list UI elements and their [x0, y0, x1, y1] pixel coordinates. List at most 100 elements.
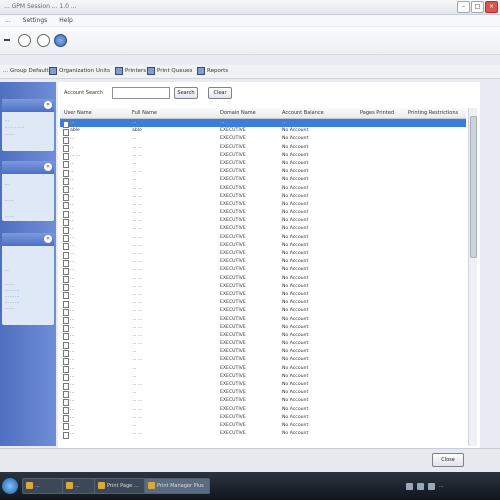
table-row[interactable]: ...... EXECUTIVE No Account	[60, 160, 466, 169]
app-icon	[98, 482, 105, 489]
account-search-input[interactable]	[112, 87, 170, 99]
table-row[interactable]: ... ... ... EXECUTIVE No Account	[60, 225, 466, 234]
sidebar-link[interactable]: ...	[5, 181, 9, 186]
table-cell: EXECUTIVE	[220, 357, 246, 363]
table-row[interactable]: ... ... ... EXECUTIVE No Account	[60, 217, 466, 226]
table-row[interactable]: ... ... ... EXECUTIVE No Account	[60, 414, 466, 423]
search-row: Account Search Search Clear	[58, 82, 480, 106]
volume-icon[interactable]	[417, 482, 424, 490]
maximize-button[interactable]: □	[471, 1, 484, 13]
table-row[interactable]: ... ... ... EXECUTIVE No Account	[60, 201, 466, 210]
table-cell: ...	[70, 414, 75, 420]
table-row[interactable]: ...... EXECUTIVE No Account	[60, 373, 466, 382]
table-row[interactable]: ... ... ... ... EXECUTIVE No Account	[60, 152, 466, 161]
search-button[interactable]: Search	[174, 87, 198, 99]
table-row[interactable]: ...... EXECUTIVE No Account	[60, 176, 466, 185]
start-button[interactable]	[2, 478, 18, 494]
clock[interactable]: ...	[439, 483, 444, 489]
chevron-up-icon[interactable]: «	[44, 235, 52, 243]
table-row[interactable]: ... ... ... EXECUTIVE No Account	[60, 356, 466, 365]
table-cell: ... ...	[132, 234, 143, 240]
table-row[interactable]: ...... EXECUTIVE No Account	[60, 135, 466, 144]
table-row[interactable]: ... ... ... EXECUTIVE No Account	[60, 397, 466, 406]
sidebar-panel-3: « ... ... ... ... ... ... ... ... ... ..…	[2, 233, 54, 325]
table-cell: ... ...	[132, 414, 143, 420]
column-header[interactable]: User Name	[64, 110, 92, 116]
menu-item-file[interactable]: ...	[0, 15, 16, 26]
sidebar-link[interactable]: ... ...	[5, 213, 14, 218]
system-tray: ...	[406, 476, 498, 496]
table-cell: No Account	[282, 128, 309, 134]
tab-print-queues[interactable]: Print Queues	[144, 66, 195, 77]
sidebar-link[interactable]: ... ...	[5, 197, 14, 202]
settings-icon[interactable]	[37, 34, 50, 47]
table-row[interactable]: ... ... ... EXECUTIVE No Account	[60, 193, 466, 202]
table-row[interactable]: ... ... ... EXECUTIVE No Account	[60, 266, 466, 275]
table-cell: EXECUTIVE	[220, 128, 246, 134]
panel-header[interactable]: «	[2, 233, 54, 246]
table-row[interactable]: ... ... ... EXECUTIVE No Account	[60, 185, 466, 193]
tab-reports[interactable]: Reports	[194, 66, 231, 77]
close-window-button[interactable]: ×	[485, 1, 498, 13]
table-row[interactable]: ... ... ... EXECUTIVE No Account	[60, 332, 466, 341]
menu-item-settings[interactable]: Settings	[18, 15, 53, 26]
table-row[interactable]: ... ... ... EXECUTIVE No Account	[60, 283, 466, 292]
tray-icon[interactable]	[428, 482, 435, 490]
chevron-up-icon[interactable]: «	[44, 101, 52, 109]
menu-item-help[interactable]: Help	[54, 15, 78, 26]
table-cell: ...	[132, 422, 137, 428]
chevron-up-icon[interactable]: «	[44, 163, 52, 171]
sidebar-text: ... ... ...	[5, 293, 19, 298]
table-row[interactable]: ... ... ... EXECUTIVE No Account	[60, 275, 466, 284]
table-row[interactable]: ... ... ... EXECUTIVE No Account	[60, 242, 466, 251]
table-row[interactable]: ... ... ... EXECUTIVE No Account	[60, 234, 466, 243]
table-row[interactable]: ...... EXECUTIVE No Account	[60, 389, 466, 398]
sidebar-link[interactable]: ...	[5, 117, 9, 122]
scrollbar-thumb[interactable]	[470, 116, 477, 258]
table-row[interactable]: able able EXECUTIVE No Account	[60, 127, 466, 136]
table-row[interactable]: ...... EXECUTIVE No Account	[60, 422, 466, 431]
network-icon[interactable]	[406, 482, 413, 490]
table-cell: EXECUTIVE	[220, 210, 246, 216]
taskbar-item[interactable]: Print Manager Plus	[144, 478, 210, 494]
sidebar-link[interactable]: ... ...	[5, 305, 14, 310]
column-header[interactable]: Account Balance	[282, 110, 324, 116]
table-row[interactable]: ... ... ... EXECUTIVE No Account	[60, 307, 466, 316]
table-row[interactable]: ... ... ... EXECUTIVE No Account	[60, 430, 466, 439]
column-header[interactable]: Domain Name	[220, 110, 256, 116]
vertical-scrollbar[interactable]	[468, 108, 477, 446]
table-row[interactable]: ... ... ... EXECUTIVE No Account	[60, 250, 466, 259]
table-row[interactable]: ... ... ... EXECUTIVE No Account	[60, 406, 466, 415]
table-row[interactable]: ... ... ... EXECUTIVE No Account	[60, 324, 466, 333]
sidebar-link[interactable]: ... ...	[5, 131, 14, 136]
table-row[interactable]: ... ... ... EXECUTIVE No Account	[60, 340, 466, 349]
table-cell: No Account	[282, 275, 309, 281]
refresh-icon[interactable]	[18, 34, 31, 47]
table-row[interactable]: ... ... ... EXECUTIVE No Account	[60, 381, 466, 390]
table-row[interactable]: ...... EXECUTIVE No Account	[60, 365, 466, 374]
clear-button[interactable]: Clear	[208, 87, 232, 99]
panel-header[interactable]: «	[2, 161, 54, 174]
table-row[interactable]: ... ... ... EXECUTIVE No Account	[60, 209, 466, 218]
minimize-button[interactable]: –	[457, 1, 470, 13]
table-row[interactable]: ... ... ... EXECUTIVE No Account	[60, 316, 466, 324]
table-row[interactable]: ... ... ... EXECUTIVE No Account	[60, 291, 466, 300]
table-row[interactable]: ...... EXECUTIVE No Account	[60, 348, 466, 357]
column-header[interactable]: Printing Restrictions	[408, 110, 458, 116]
sidebar-link[interactable]: ... ... ... ...	[5, 124, 24, 129]
help-icon[interactable]	[54, 34, 67, 47]
column-header[interactable]: Full Name	[132, 110, 157, 116]
table-cell: ...	[132, 390, 137, 396]
table-row[interactable]: ... ... ... EXECUTIVE No Account	[60, 258, 466, 267]
table-cell: EXECUTIVE	[220, 406, 246, 412]
table-row[interactable]: ... ... ... EXECUTIVE No Account	[60, 144, 466, 153]
panel-header[interactable]: «	[2, 99, 54, 112]
tab-organization-units[interactable]: Organization Units	[46, 66, 113, 77]
arrow-icon[interactable]	[4, 39, 10, 41]
table-row[interactable]: ... ... ... EXECUTIVE No Account	[60, 299, 466, 308]
close-button[interactable]: Close	[432, 453, 464, 467]
table-cell: EXECUTIVE	[220, 193, 246, 199]
column-header[interactable]: Pages Printed	[360, 110, 394, 116]
table-row[interactable]: ............	[60, 119, 466, 128]
table-row[interactable]: ... ... ... EXECUTIVE No Account	[60, 168, 466, 177]
